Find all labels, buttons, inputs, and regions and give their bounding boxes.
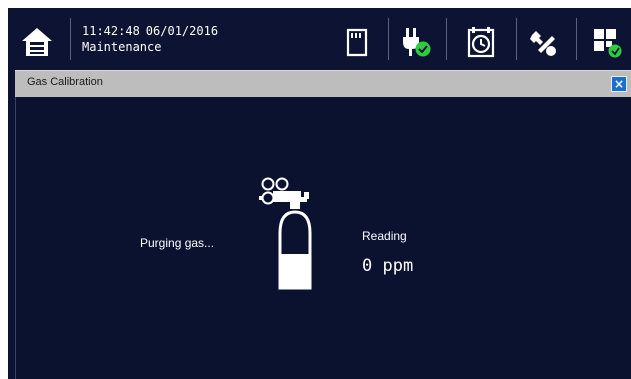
status-bar: 11:42:48 06/01/2016 Maintenance [8,8,631,70]
device-screen: 11:42:48 06/01/2016 Maintenance Gas Cali… [8,8,631,379]
separator [446,18,447,60]
separator [516,18,517,60]
status-grid-icon [594,29,622,58]
date-text: 06/01/2016 [145,24,219,38]
tools-icon [530,31,556,56]
close-button[interactable]: × [611,76,627,92]
gas-cylinder-icon [256,175,326,293]
separator [70,18,71,60]
clock-display: 11:42:48 06/01/2016 Maintenance [82,23,218,55]
reading-label: Reading [362,229,407,243]
calibration-timer-button[interactable] [464,25,498,59]
dialog-title-bar: Gas Calibration × [15,70,631,97]
purge-status-text: Purging gas... [140,236,215,250]
dialog-title: Gas Calibration [27,76,103,88]
calibration-timer-icon [467,27,495,58]
sd-card-icon [346,28,368,57]
power-plug-ok-icon [403,28,431,57]
reading-value: 0 ppm [362,256,414,276]
separator [388,18,389,60]
time-text: 11:42:48 [82,24,140,38]
mode-text: Maintenance [82,40,162,54]
separator [576,18,577,60]
dialog-body: Purging gas... Reading 0 ppm [15,97,631,379]
home-button[interactable] [19,24,55,60]
home-icon [22,28,52,56]
sd-card-button[interactable] [340,25,374,59]
tools-button[interactable] [526,25,560,59]
status-grid-button[interactable] [590,25,624,59]
power-status-button[interactable] [398,25,432,59]
